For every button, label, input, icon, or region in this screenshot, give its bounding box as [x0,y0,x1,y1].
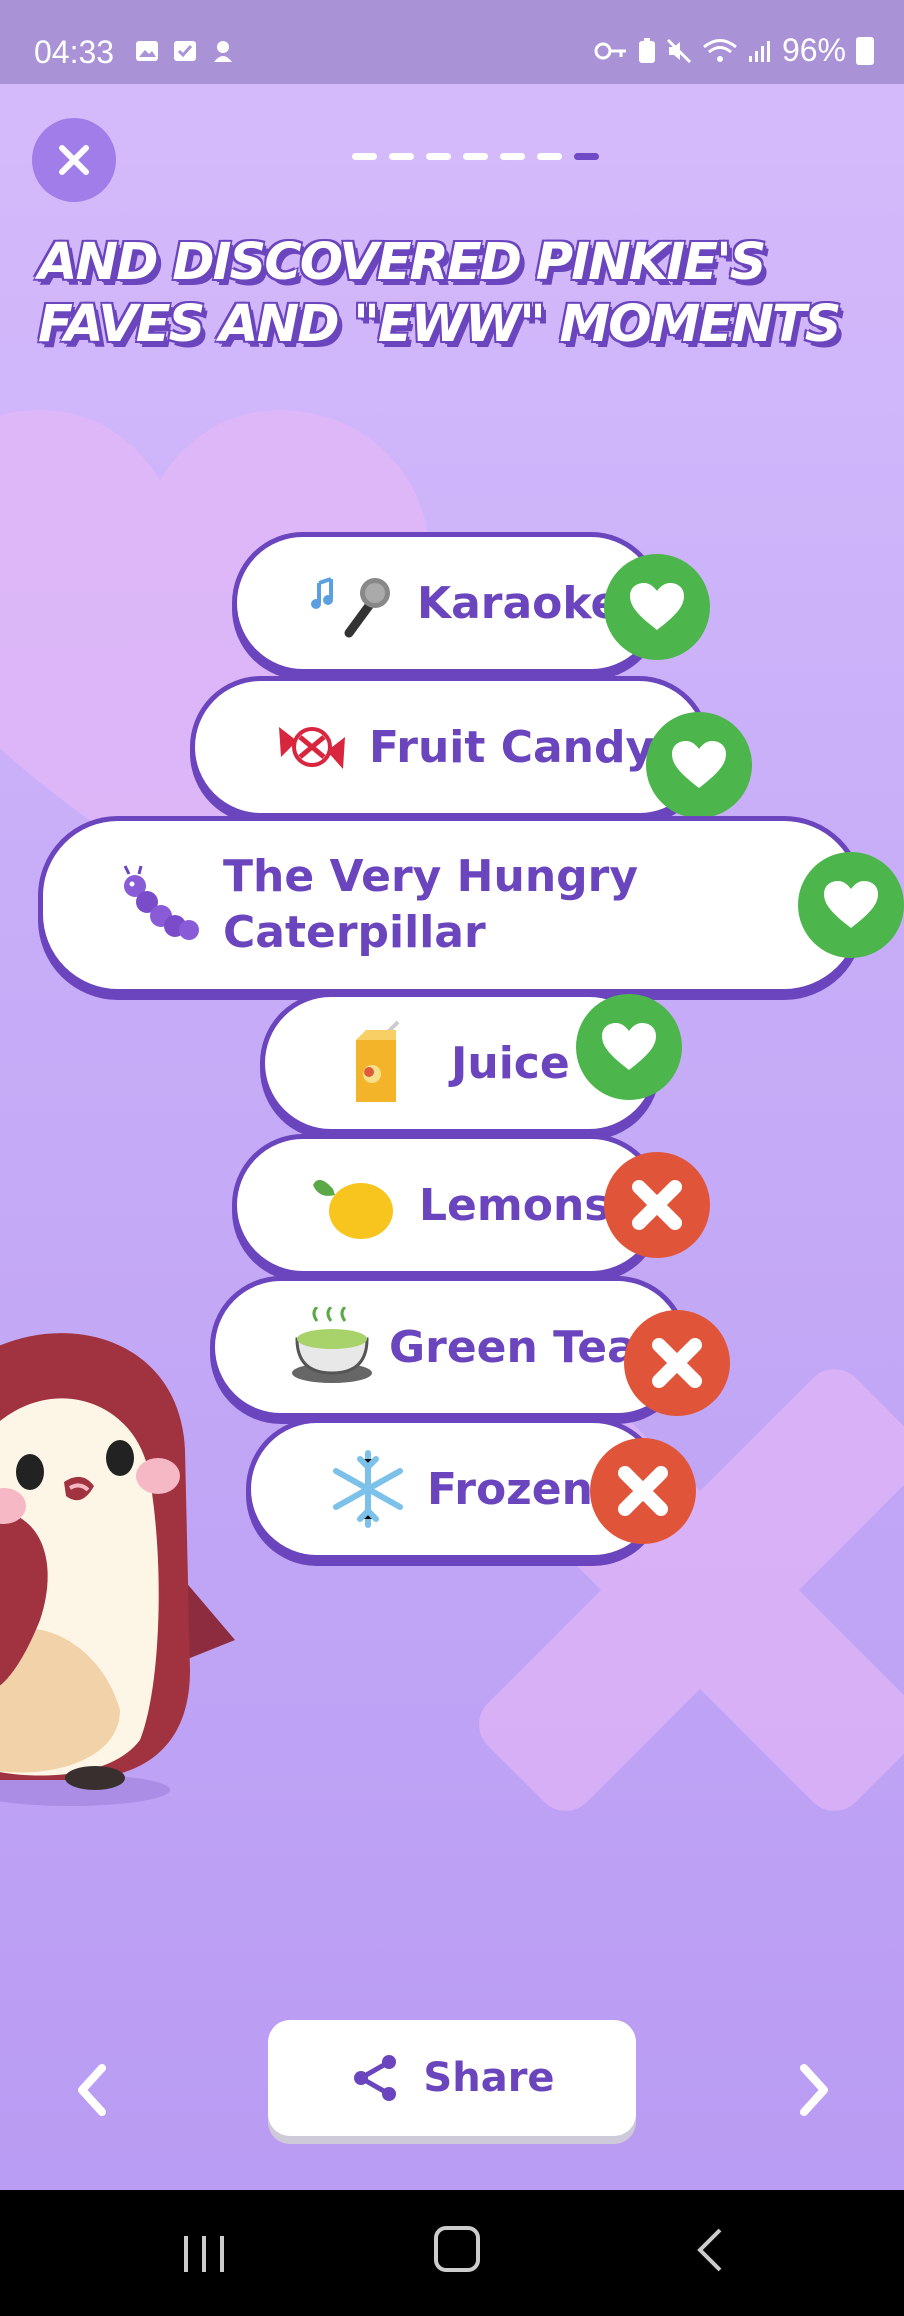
heart-icon [672,741,726,788]
battery-icon [856,36,874,65]
story-screen: 04:33 96% AND DISCOVERED PINKIE'S FAVES … [0,0,904,2190]
status-time: 04:33 [34,34,115,70]
page-title: AND DISCOVERED PINKIE'S FAVES AND "EWW" … [38,233,841,354]
progress-segment [389,153,414,160]
dislike-badge [604,1152,710,1258]
x-icon [652,1338,702,1388]
juice-box-icon [337,1018,417,1108]
list-item: Karaoke [232,532,662,674]
progress-segment [426,153,451,160]
gallery-icon [136,41,158,61]
item-label: Lemons [419,1179,611,1231]
share-label: Share [423,2055,555,2101]
candy-icon [267,707,357,787]
like-badge [798,852,904,958]
green-tea-icon [287,1307,377,1387]
battery-percent: 96% [781,32,846,68]
chevron-right-icon [800,2064,828,2116]
previous-button[interactable] [52,2050,132,2130]
microphone-icon [309,563,399,643]
list-item: Lemons [232,1134,662,1276]
caterpillar-icon [115,860,205,950]
x-icon [618,1466,668,1516]
item-label: The Very Hungry Caterpillar [223,851,639,958]
story-progress [352,153,599,160]
progress-segment [352,153,377,160]
item-label: Frozen [427,1463,593,1515]
signal-icon [748,40,770,62]
chevron-left-icon [78,2064,106,2116]
close-icon [59,145,89,175]
like-badge [646,712,752,818]
progress-segment [463,153,488,160]
list-item: The Very Hungry Caterpillar [38,816,864,994]
snowflake-icon [323,1447,413,1531]
vpn-key-icon [594,42,626,59]
mute-icon [666,38,692,63]
lemon-icon [309,1165,399,1245]
item-label: Juice [451,1037,570,1089]
recent-apps-button[interactable] [182,2234,226,2274]
like-badge [604,554,710,660]
share-icon [354,2055,397,2101]
list-item: Green Tea [210,1276,688,1418]
item-label: Karaoke [417,577,621,629]
wifi-icon [703,38,737,62]
heart-icon [630,583,684,630]
task-check-icon [174,41,196,61]
progress-segment [500,153,525,160]
dislike-badge [590,1438,696,1544]
status-right: 96% [594,32,874,69]
x-icon [632,1180,682,1230]
battery-saver-icon [638,37,655,63]
like-badge [576,994,682,1100]
item-label: Green Tea [389,1321,637,1373]
list-item: Fruit Candy [190,676,710,818]
heart-icon [602,1023,656,1070]
penguin-mascot [0,1333,235,1806]
progress-segment [537,153,562,160]
app-notification-icon [214,41,232,62]
home-button[interactable] [434,2226,480,2272]
next-button[interactable] [774,2050,854,2130]
close-button[interactable] [32,118,116,202]
notification-icons [134,38,236,64]
dislike-badge [624,1310,730,1416]
status-bar: 04:33 96% [0,0,904,84]
heart-icon [824,881,878,928]
item-label: Fruit Candy [369,721,655,773]
share-button[interactable]: Share [268,2020,636,2136]
back-button[interactable] [694,2228,726,2272]
progress-segment-current [574,153,599,160]
